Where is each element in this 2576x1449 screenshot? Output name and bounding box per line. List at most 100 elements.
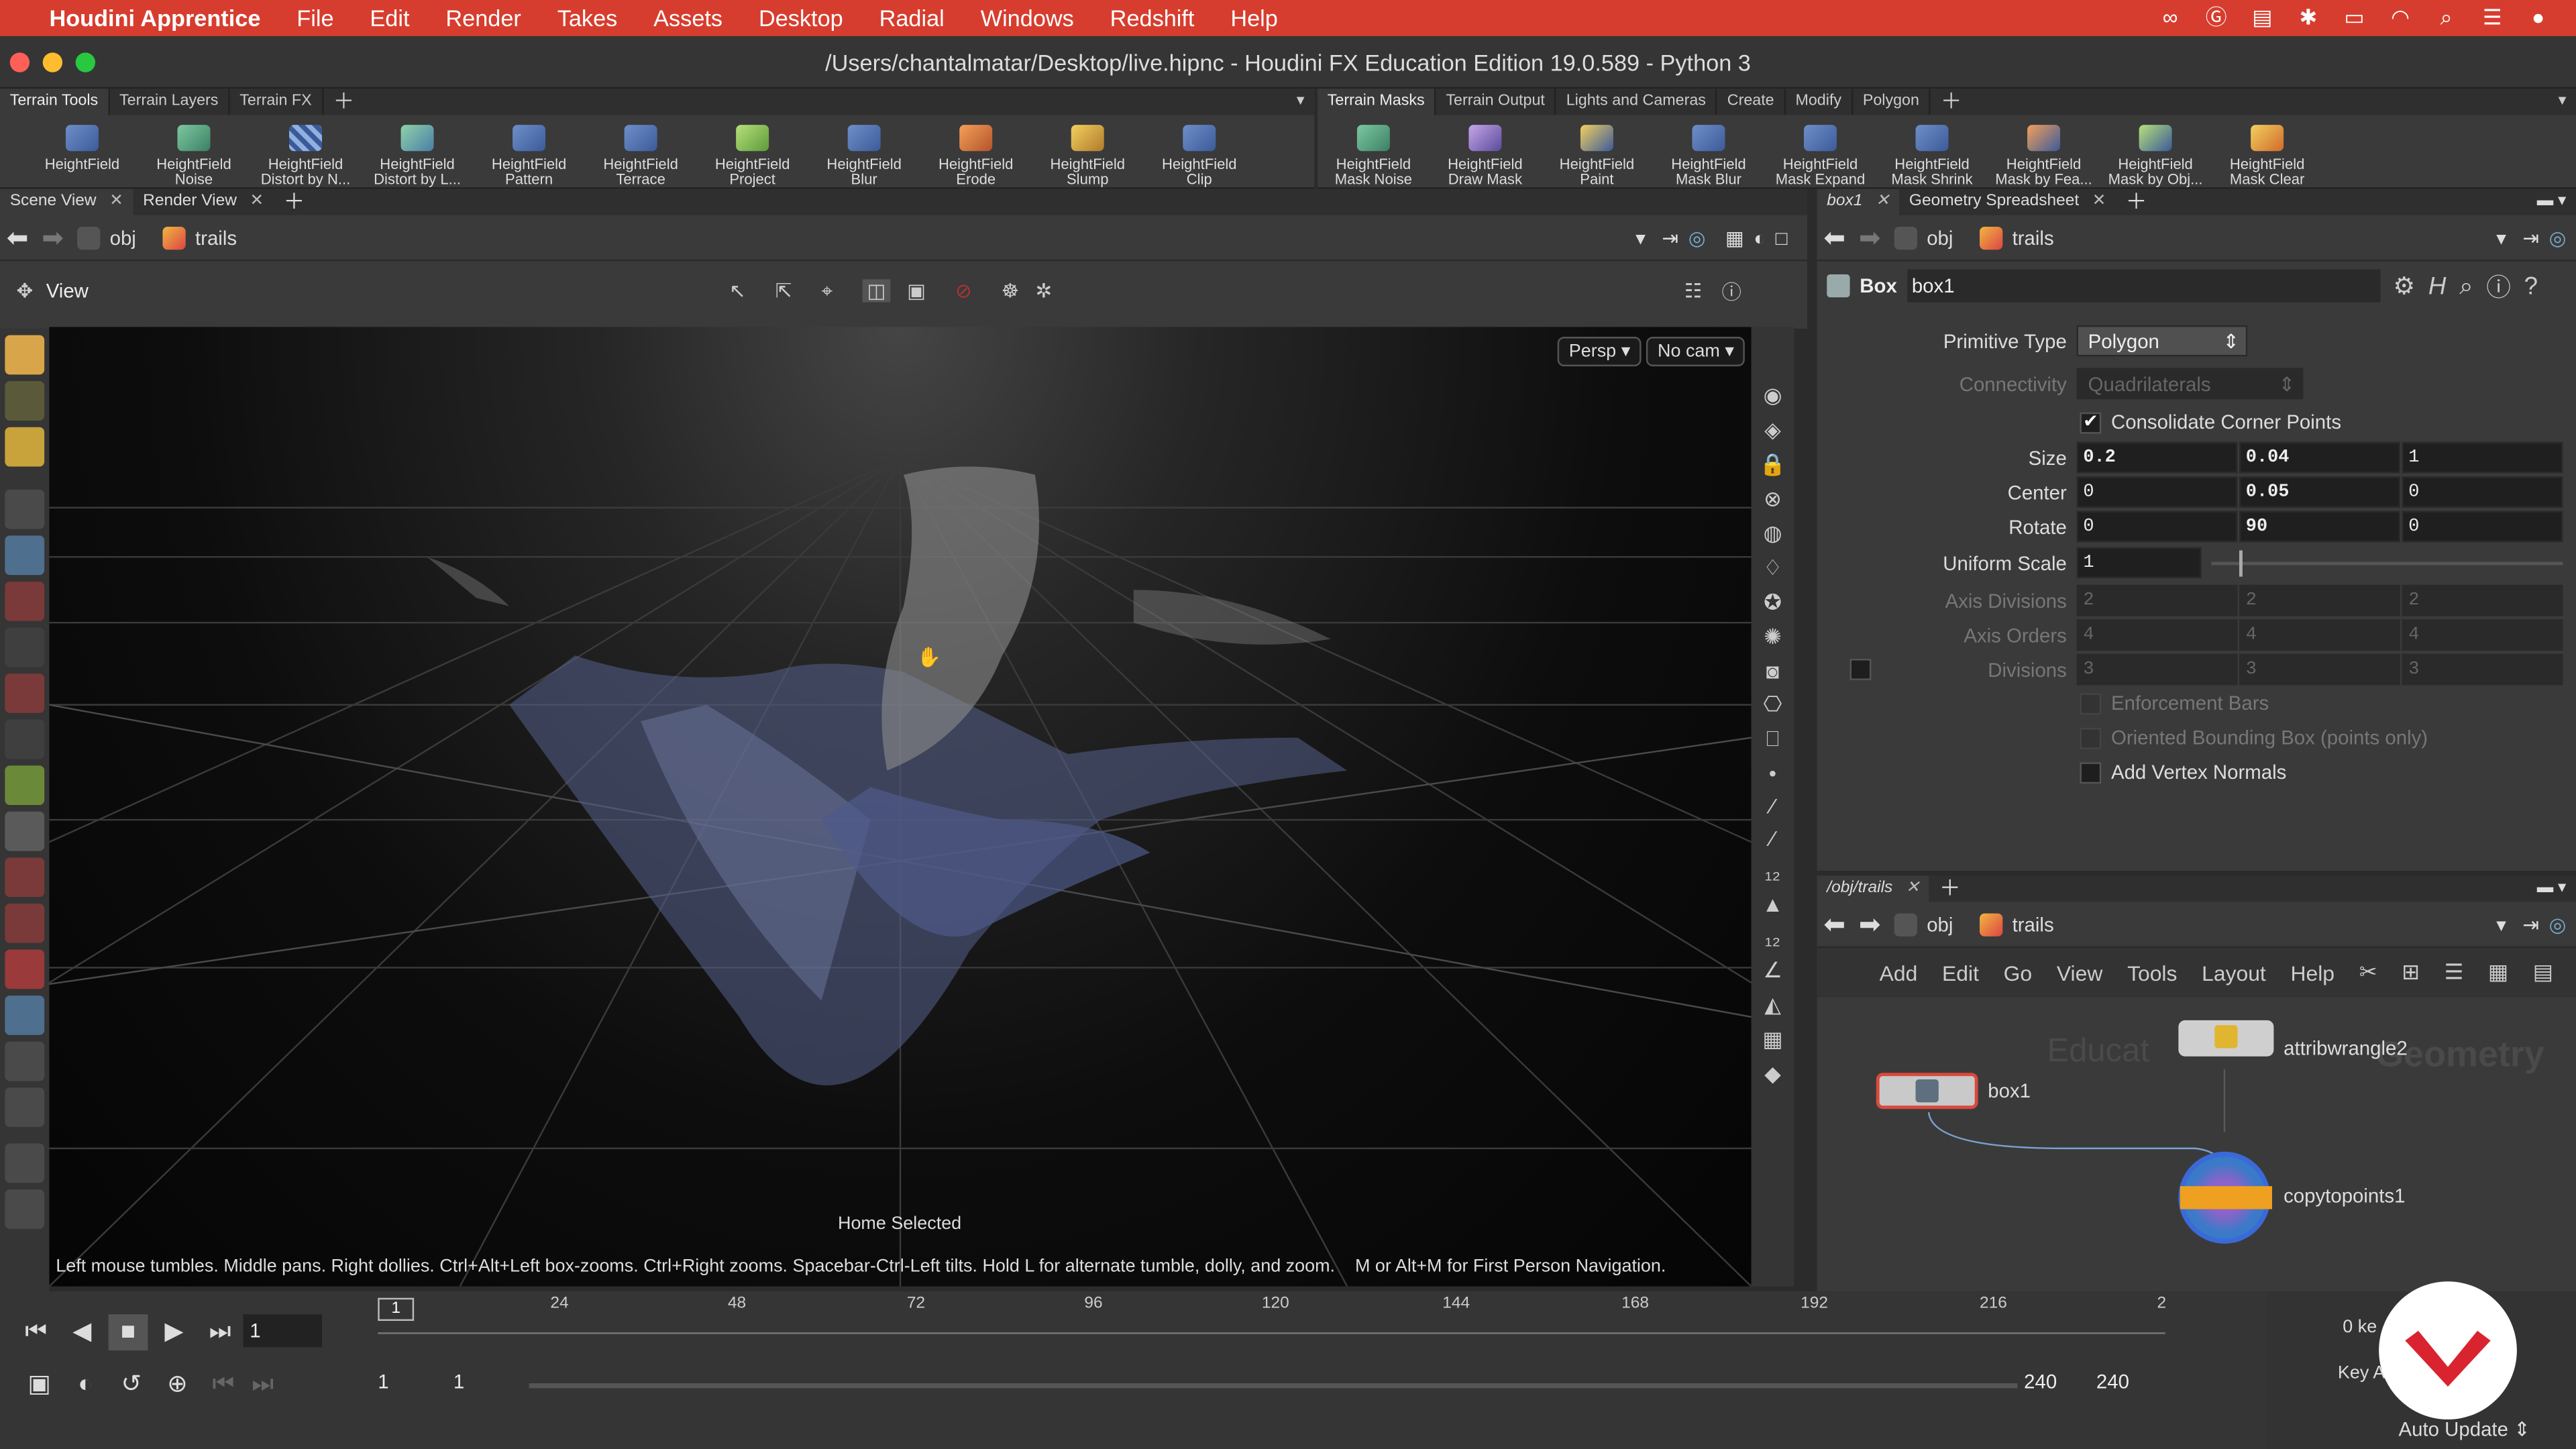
consolidate-checkbox[interactable]: ✔ [2080,412,2102,434]
shelf-tab-terrain-layers[interactable]: Terrain Layers [109,89,230,115]
step-back-button[interactable]: ◀ [62,1314,102,1350]
snap-icon[interactable]: ⌖ [821,278,833,303]
back-arrow-icon[interactable]: ⬅ [7,221,29,254]
menu-redshift[interactable]: Redshift [1110,5,1195,31]
axis-order-z-field[interactable]: 4 [2402,619,2563,651]
axis-div-y-field[interactable]: 2 [2239,584,2400,616]
path-obj[interactable]: obj [1881,219,1966,256]
view-tool-icon[interactable]: ✥ [16,279,33,302]
viewport-layout-icon[interactable]: ▣ [907,279,926,302]
stop-icon[interactable]: ⊘ [955,279,972,302]
path-dropdown-icon[interactable]: ▾ [2496,226,2506,249]
link-icon[interactable]: ◎ [2549,226,2567,249]
back-arrow-icon[interactable]: ⬅ [1823,908,1845,941]
add-shelf-tab-button[interactable]: ＋ [323,89,364,115]
menu-takes[interactable]: Takes [557,5,618,31]
range-end2-field[interactable]: 240 [2096,1370,2165,1399]
range-start2-field[interactable]: 1 [453,1370,523,1399]
select-arrow-icon[interactable] [5,489,45,529]
oriented-bbox-checkbox[interactable] [2080,727,2102,749]
tool-heightfield-blur[interactable]: HeightField Blur [808,115,920,189]
ghost-icon[interactable]: ◈ [1764,417,1780,443]
orbit-icon[interactable] [5,1087,45,1128]
rotate-x-field[interactable]: 0 [2076,511,2238,543]
settings-icon[interactable]: ✲ [1036,279,1053,302]
add-pane-tab-button[interactable]: ＋ [2116,189,2157,215]
play-button[interactable]: ▶ [154,1314,194,1350]
div-y-field[interactable]: 3 [2239,653,2400,686]
add-pane-tab-button[interactable]: ＋ [1929,875,1970,902]
menu-file[interactable]: File [297,5,333,31]
zoom-window-button[interactable] [75,52,96,72]
path-trails[interactable]: trails [1966,906,2067,943]
realtime-icon[interactable]: ◐ [66,1367,105,1403]
primitive-type-select[interactable]: Polygon ⇕ [2076,325,2248,357]
display-options-icon[interactable]: ▦ [1725,226,1744,249]
close-tab-icon[interactable]: ✕ [109,193,123,211]
tab-geometry-spreadsheet[interactable]: Geometry Spreadsheet ✕ [1899,189,2116,215]
battery-icon[interactable]: ▭ [2339,5,2369,30]
camera-icon[interactable]: ☸ [1002,279,1019,302]
center-x-field[interactable]: 0 [2076,476,2238,508]
box1-node[interactable] [1876,1073,1978,1110]
tab-obj-trails[interactable]: /obj/trails ✕ [1817,875,1930,902]
toolbar-options-icon[interactable]: ☷ [1684,279,1702,302]
point-icon[interactable]: • [1769,761,1776,786]
center-y-field[interactable]: 0.05 [2239,476,2400,508]
help-icon[interactable]: ⓘ [1722,277,1741,305]
grammarly-icon[interactable]: Ⓖ [2202,5,2231,30]
tool-mask-clear[interactable]: HeightField Mask Clear [2211,115,2323,189]
jump-start-button[interactable]: ⏮ [16,1314,56,1350]
transform-icon[interactable] [5,765,45,806]
add-vertex-normals-checkbox[interactable] [2080,762,2102,784]
axis-div-x-field[interactable]: 2 [2076,584,2238,616]
help-icon[interactable]: ? [2524,272,2538,300]
network-canvas[interactable]: Educat Geometry box1 attribwrangle2 copy… [1817,1000,2576,1291]
jump-end-button[interactable]: ⏭ [201,1314,240,1350]
tool-heightfield-pattern[interactable]: HeightField Pattern [473,115,585,189]
stop-button[interactable]: ■ [108,1314,148,1351]
network-menu-tools[interactable]: Tools [2127,960,2177,985]
tool-heightfield-distort-noise[interactable]: HeightField Distort by N... [250,115,362,189]
wrench-icon[interactable]: ✂ [2359,959,2377,985]
tool-mask-by-feature[interactable]: HeightField Mask by Fea... [1988,115,2100,189]
close-tab-icon[interactable]: ✕ [1876,193,1890,211]
menu-assets[interactable]: Assets [653,5,722,31]
tool-heightfield-clip[interactable]: HeightField Clip [1144,115,1256,189]
shelf-tab-terrain-output[interactable]: Terrain Output [1436,89,1557,115]
size-z-field[interactable]: 1 [2402,441,2563,474]
handle-tool-icon[interactable] [5,335,45,375]
paint-tool-icon[interactable] [5,427,45,467]
sphere-icon[interactable]: ◍ [1764,521,1782,547]
axis-order-x-field[interactable]: 4 [2076,619,2238,651]
pin-icon[interactable]: ⇥ [2522,226,2539,249]
close-tab-icon[interactable]: ✕ [2092,193,2106,211]
display-eye-icon[interactable]: ◉ [1764,383,1782,409]
figure-icon[interactable] [5,674,45,713]
menu-app-name[interactable]: Houdini Apprentice [49,5,260,31]
tab-render-view[interactable]: Render View ✕ [133,189,273,215]
grid-icon[interactable]: ▦ [2488,959,2508,985]
axis-order-y-field[interactable]: 4 [2239,619,2400,651]
tool-heightfield-distort-layer[interactable]: HeightField Distort by L... [362,115,474,189]
gear-icon[interactable]: ⚙ [2393,271,2415,301]
tab-scene-view[interactable]: Scene View ✕ [0,189,133,215]
dots-icon[interactable] [5,719,45,759]
pane-menu-icon[interactable]: ▬ ▾ [2527,875,2576,902]
page-icon[interactable] [5,1143,45,1183]
range-end-field[interactable]: 240 [2024,1370,2093,1399]
close-tab-icon[interactable]: ✕ [1906,879,1920,897]
number-12-icon[interactable]: ₁₂ [1765,859,1780,884]
frame-icon[interactable] [5,811,45,851]
persp-menu[interactable]: Persp ▾ [1557,337,1642,367]
key-icon[interactable]: ⊕ [158,1367,197,1403]
tool-mask-shrink[interactable]: HeightField Mask Shrink [1876,115,1988,189]
wifi-icon[interactable]: ◠ [2385,5,2415,30]
forward-arrow-icon[interactable]: ➡ [1859,908,1881,941]
houdini-help-icon[interactable]: H [2428,272,2447,300]
path-obj[interactable]: obj [64,219,149,256]
tool-mask-expand[interactable]: HeightField Mask Expand [1764,115,1876,189]
center-z-field[interactable]: 0 [2402,476,2563,508]
camera-persp-icon[interactable]: ⎕ [1766,726,1779,752]
thumbnail-icon[interactable]: ▤ [2533,959,2553,985]
